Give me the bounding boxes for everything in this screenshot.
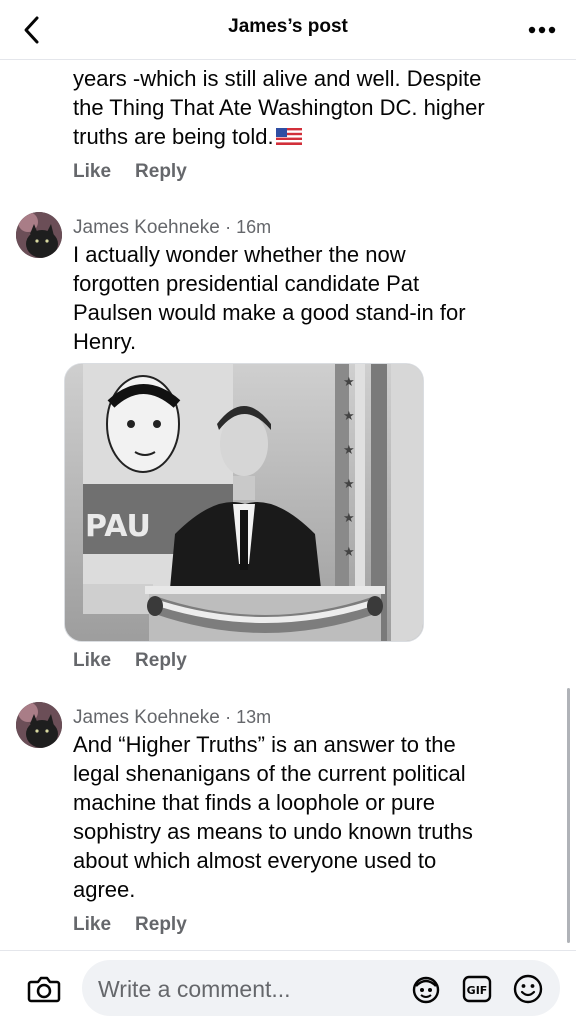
more-dots-icon <box>528 26 556 34</box>
comment-body: years -which is still alive and well. De… <box>73 64 553 183</box>
svg-text:★: ★ <box>343 375 355 390</box>
comment-text-line: agree. <box>73 877 136 902</box>
comment-text: years -which is still alive and well. De… <box>73 64 553 151</box>
comment-text: I actually wonder whether the now forgot… <box>73 240 553 356</box>
emoji-icon[interactable] <box>512 973 544 1005</box>
avatar[interactable] <box>16 212 62 258</box>
us-flag-icon <box>275 128 302 145</box>
comment-actions: Like Reply <box>73 650 187 672</box>
comment-time: · 13m <box>225 707 272 727</box>
comment-input[interactable]: Write a comment... GIF <box>82 960 560 1016</box>
svg-text:GIF: GIF <box>467 984 488 997</box>
comment-time: · 16m <box>225 217 272 237</box>
reply-button[interactable]: Reply <box>135 650 187 672</box>
svg-text:★: ★ <box>343 409 355 424</box>
poster-sign-text: PAU <box>85 509 151 544</box>
svg-text:★: ★ <box>343 477 355 492</box>
comment-text-line: sophistry as means to undo known truths <box>73 819 473 844</box>
reply-button[interactable]: Reply <box>135 914 187 936</box>
avatar[interactable] <box>16 702 62 748</box>
comment-author[interactable]: James Koehneke <box>73 217 220 238</box>
comment-text-line: legal shenanigans of the current politic… <box>73 761 466 786</box>
page-title: James’s post <box>228 16 348 37</box>
post-header: James’s post <box>0 0 576 60</box>
comment-composer: Write a comment... GIF <box>0 950 576 1024</box>
comment-actions: Like Reply <box>73 914 553 936</box>
comment-text-line: years -which is still alive and well. De… <box>73 66 482 91</box>
comment-body: James Koehneke · 16m I actually wonder w… <box>73 214 553 356</box>
comment-text-line: forgotten presidential candidate Pat <box>73 271 420 296</box>
like-button[interactable]: Like <box>73 161 111 183</box>
comment-text-line: truths are being told. <box>73 122 553 151</box>
cat-avatar-icon <box>16 702 62 748</box>
svg-text:★: ★ <box>343 511 355 526</box>
comment-actions: Like Reply <box>73 161 553 183</box>
comment-text-line: Paulsen would make a good stand-in for <box>73 300 466 325</box>
comment-text-line: machine that finds a loophole or pure <box>73 790 436 815</box>
comment-text-line: about which almost everyone used to <box>73 848 437 873</box>
avatar-sticker-icon[interactable] <box>410 973 442 1005</box>
photo-image: ★ ★ ★ ★ ★ ★ PAU <box>65 364 423 641</box>
reply-button[interactable]: Reply <box>135 161 187 183</box>
more-options-button[interactable] <box>524 12 560 48</box>
cat-avatar-icon <box>16 212 62 258</box>
comment-text: And “Higher Truths” is an answer to the … <box>73 730 553 904</box>
comment-text-line: I actually wonder whether the now <box>73 242 406 267</box>
comment-meta: James Koehneke · 16m <box>73 214 553 240</box>
camera-icon <box>27 976 61 1003</box>
comments-feed: years -which is still alive and well. De… <box>0 60 576 950</box>
comment-text-line: the Thing That Ate Washington DC. higher <box>73 95 485 120</box>
comment-meta: James Koehneke · 13m <box>73 704 553 730</box>
comment-text-line: And “Higher Truths” is an answer to the <box>73 732 456 757</box>
camera-button[interactable] <box>26 971 62 1007</box>
like-button[interactable]: Like <box>73 914 111 936</box>
comment-text-span: truths are being told. <box>73 124 274 149</box>
scrollbar[interactable] <box>567 688 570 943</box>
comment-text-line: Henry. <box>73 329 137 354</box>
comment-body: James Koehneke · 13m And “Higher Truths”… <box>73 704 553 936</box>
comment-input-placeholder: Write a comment... <box>98 976 291 1002</box>
comment-photo[interactable]: ★ ★ ★ ★ ★ ★ PAU <box>64 363 424 642</box>
svg-text:★: ★ <box>343 545 355 560</box>
comment-author[interactable]: James Koehneke <box>73 707 220 728</box>
like-button[interactable]: Like <box>73 650 111 672</box>
gif-icon[interactable]: GIF <box>461 973 493 1005</box>
svg-text:★: ★ <box>343 443 355 458</box>
